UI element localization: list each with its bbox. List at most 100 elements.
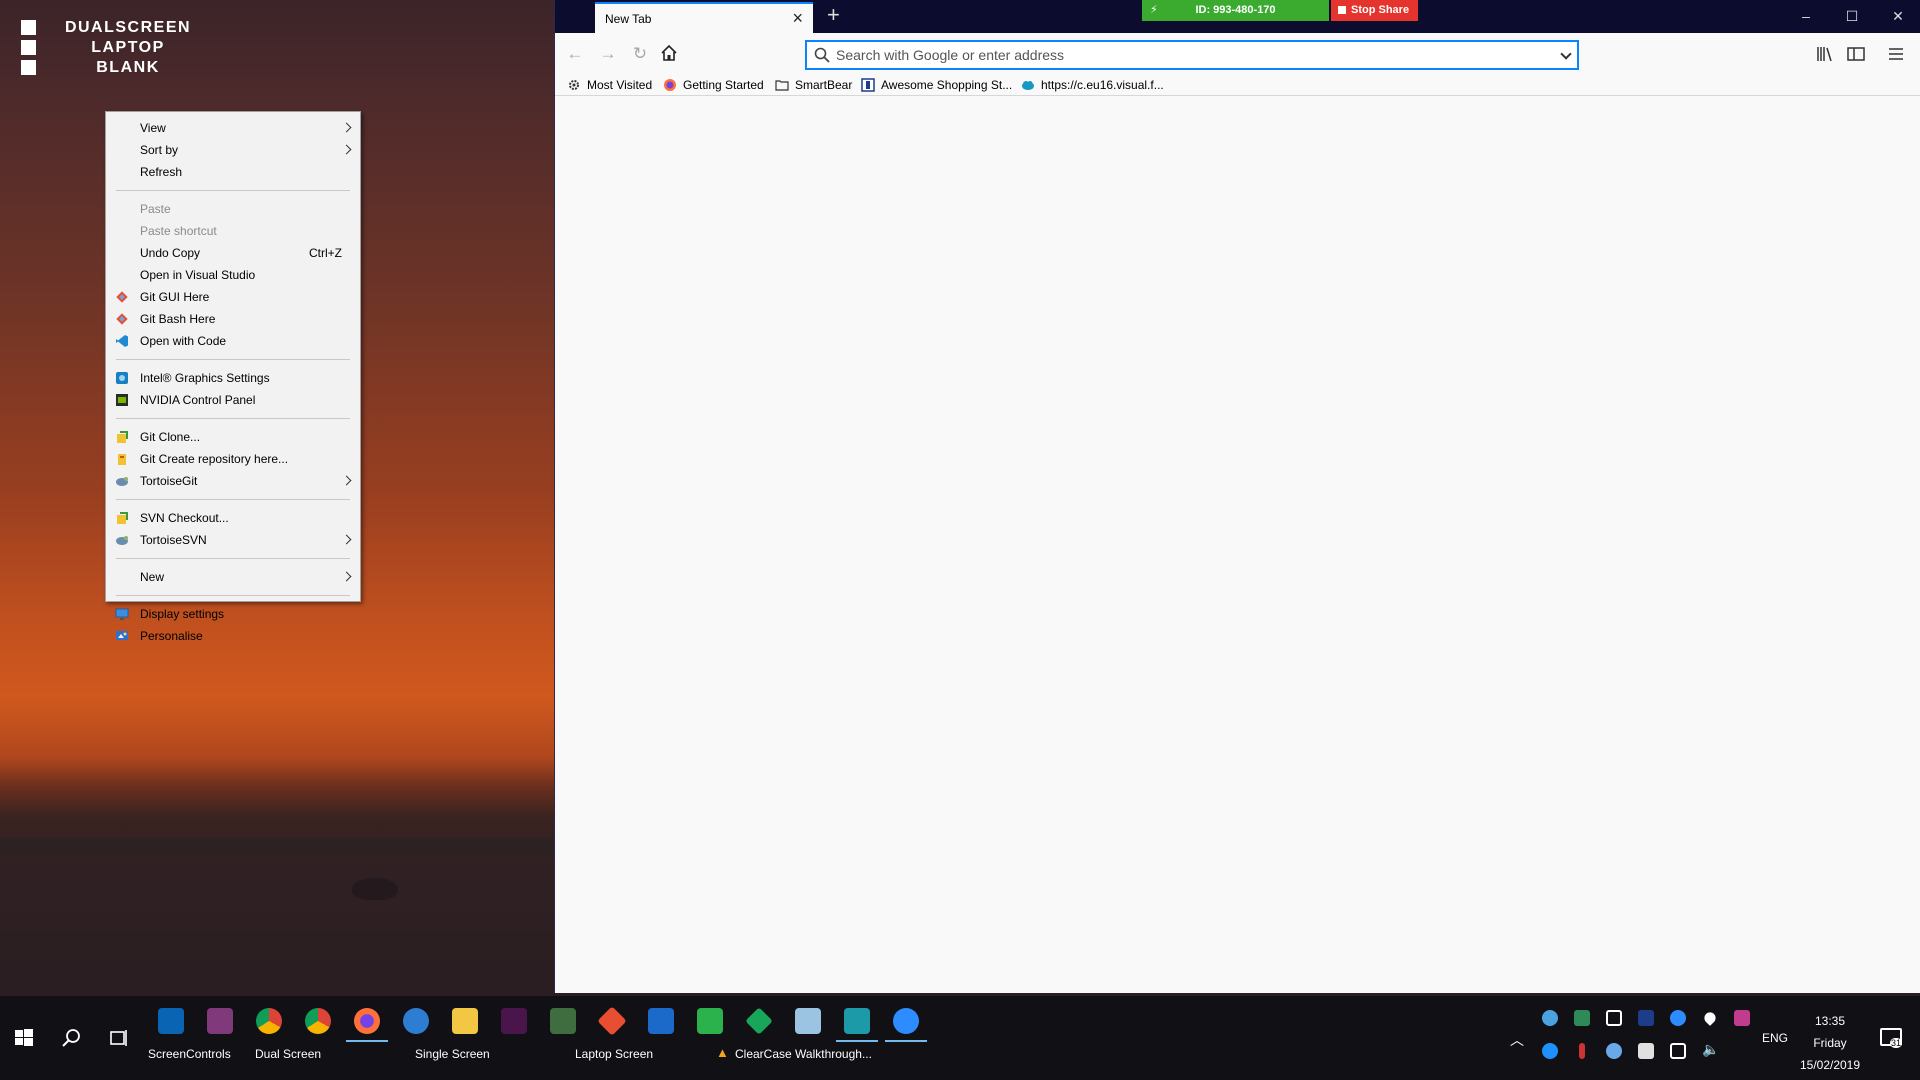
menu-item-open-with-code[interactable]: Open with Code: [106, 330, 360, 352]
bookmark-awesome-shopping[interactable]: Awesome Shopping St...: [861, 77, 1012, 93]
tab-new-tab[interactable]: New Tab ×: [595, 2, 813, 33]
chevron-down-icon[interactable]: [1560, 48, 1572, 60]
menu-item-tortoisesvn[interactable]: TortoiseSVN: [106, 529, 360, 551]
menu-item-intel-graphics-settings[interactable]: Intel® Graphics Settings: [106, 367, 360, 389]
tray-flag-icon[interactable]: [1579, 1043, 1585, 1059]
menu-item-shortcut: Ctrl+Z: [309, 246, 342, 260]
shopping-icon: [861, 78, 875, 92]
taskbar-label-laptop-screen[interactable]: Laptop Screen: [575, 1047, 653, 1061]
bookmark-most-visited[interactable]: Most Visited: [567, 77, 652, 93]
logo-square: [21, 20, 36, 35]
new-tab-plus-icon[interactable]: +: [827, 2, 840, 28]
clock-date: 15/02/2019: [1799, 1058, 1861, 1072]
windows-start-icon[interactable]: [12, 1026, 36, 1050]
volume-icon[interactable]: 🔈: [1702, 1041, 1719, 1058]
onenote-icon[interactable]: [207, 1008, 233, 1034]
edge-icon[interactable]: [403, 1008, 429, 1034]
menu-item-tortoisegit[interactable]: TortoiseGit: [106, 470, 360, 492]
menu-item-new[interactable]: New: [106, 566, 360, 588]
taskbar-label-single-screen[interactable]: Single Screen: [415, 1047, 490, 1061]
task-view-icon[interactable]: [107, 1026, 131, 1050]
search-icon[interactable]: [60, 1026, 84, 1050]
taskbar-label-dual-screen[interactable]: Dual Screen: [255, 1047, 321, 1061]
file-explorer-icon[interactable]: [452, 1008, 478, 1034]
nvidia-icon: [116, 394, 128, 406]
zoom-icon[interactable]: [885, 1008, 927, 1042]
menu-item-svn-checkout[interactable]: SVN Checkout...: [106, 507, 360, 529]
back-arrow-icon[interactable]: ←: [563, 42, 587, 66]
usb-icon[interactable]: [1606, 1010, 1622, 1026]
menu-item-label: Personalise: [140, 629, 203, 643]
library-icon[interactable]: [1815, 44, 1835, 64]
bookmark-smartbear[interactable]: SmartBear: [775, 77, 852, 93]
menu-item-refresh[interactable]: Refresh: [106, 161, 360, 183]
taskbar-label-clearcase[interactable]: ClearCase Walkthrough...: [735, 1047, 872, 1061]
search-input[interactable]: [836, 45, 1536, 65]
bluetooth-icon[interactable]: [1542, 1043, 1558, 1059]
menu-item-personalise[interactable]: Personalise: [106, 625, 360, 647]
onedrive-icon[interactable]: [1606, 1043, 1622, 1059]
outlook-icon[interactable]: [158, 1008, 184, 1034]
chrome-icon[interactable]: [305, 1008, 331, 1034]
tray-nx-icon[interactable]: [1734, 1010, 1750, 1026]
wpf-icon[interactable]: [697, 1008, 723, 1034]
green-diamond-app-icon[interactable]: [745, 1007, 773, 1035]
hamburger-menu-icon[interactable]: [1886, 44, 1906, 64]
home-icon[interactable]: [660, 44, 678, 62]
wallpaper-rock: [352, 878, 398, 900]
battery-icon[interactable]: [1638, 1043, 1654, 1059]
tray-u-icon[interactable]: [1638, 1010, 1654, 1026]
taskbar-label-screencontrols[interactable]: ScreenControls: [148, 1047, 231, 1061]
menu-item-label: Display settings: [140, 607, 225, 621]
window-app-icon[interactable]: [648, 1008, 674, 1034]
tray-app-icon[interactable]: [1574, 1010, 1590, 1026]
action-center-icon[interactable]: 31: [1880, 1028, 1903, 1048]
tray-app-icon[interactable]: [1542, 1010, 1558, 1026]
close-tab-icon[interactable]: ×: [792, 8, 803, 29]
menu-item-open-in-visual-studio[interactable]: Open in Visual Studio: [106, 264, 360, 286]
slack-icon[interactable]: [501, 1008, 527, 1034]
git-create-icon: [118, 454, 126, 465]
zoom-tray-icon[interactable]: [1670, 1010, 1686, 1026]
menu-item-view[interactable]: View: [106, 117, 360, 139]
reload-icon[interactable]: ↻: [628, 42, 652, 66]
menu-item-git-clone[interactable]: Git Clone...: [106, 426, 360, 448]
menu-item-sort-by[interactable]: Sort by: [106, 139, 360, 161]
clock-day: Friday: [1813, 1036, 1847, 1050]
menu-item-git-create-repository[interactable]: Git Create repository here...: [106, 448, 360, 470]
menu-item-undo-copy[interactable]: Undo Copy Ctrl+Z: [106, 242, 360, 264]
chevron-up-icon[interactable]: ︿: [1510, 1030, 1524, 1050]
zoom-meeting-id-badge[interactable]: ⚡ ID: 993-480-170: [1142, 0, 1329, 21]
close-window-icon[interactable]: ✕: [1875, 0, 1920, 33]
wallpaper-horizon: [0, 838, 555, 854]
stop-share-button[interactable]: Stop Share: [1331, 0, 1418, 21]
logo-text: DUALSCREEN LAPTOP BLANK: [58, 18, 198, 78]
menu-item-display-settings[interactable]: Display settings: [106, 603, 360, 625]
menu-separator: [116, 499, 350, 500]
menu-item-label: Paste shortcut: [140, 224, 217, 238]
notepad-app-icon[interactable]: [795, 1008, 821, 1034]
forward-arrow-icon[interactable]: →: [596, 42, 620, 66]
menu-item-nvidia-control-panel[interactable]: NVIDIA Control Panel: [106, 389, 360, 411]
network-icon[interactable]: [1670, 1043, 1686, 1059]
bookmark-getting-started[interactable]: Getting Started: [663, 77, 764, 93]
menu-item-label: Open in Visual Studio: [140, 268, 256, 282]
maximize-icon[interactable]: ☐: [1829, 0, 1875, 33]
droplet-icon[interactable]: [1702, 1010, 1718, 1026]
firefox-icon[interactable]: [346, 1008, 388, 1042]
screen-app-icon[interactable]: [836, 1008, 878, 1042]
vim-icon[interactable]: [550, 1008, 576, 1034]
minimize-icon[interactable]: –: [1783, 0, 1829, 33]
system-clock[interactable]: 13:35 Friday 15/02/2019: [1780, 1010, 1880, 1076]
sidebar-icon[interactable]: [1846, 44, 1866, 64]
logo-square: [21, 40, 36, 55]
menu-item-git-bash-here[interactable]: Git Bash Here: [106, 308, 360, 330]
menu-separator: [116, 595, 350, 596]
bookmark-salesforce[interactable]: https://c.eu16.visual.f...: [1021, 77, 1164, 93]
menu-item-git-gui-here[interactable]: Git GUI Here: [106, 286, 360, 308]
chrome-icon[interactable]: [256, 1008, 282, 1034]
address-bar[interactable]: [805, 40, 1579, 70]
bookmark-label: Getting Started: [683, 78, 764, 92]
git-icon[interactable]: [597, 1006, 627, 1036]
logo-line: DUALSCREEN: [64, 19, 192, 36]
